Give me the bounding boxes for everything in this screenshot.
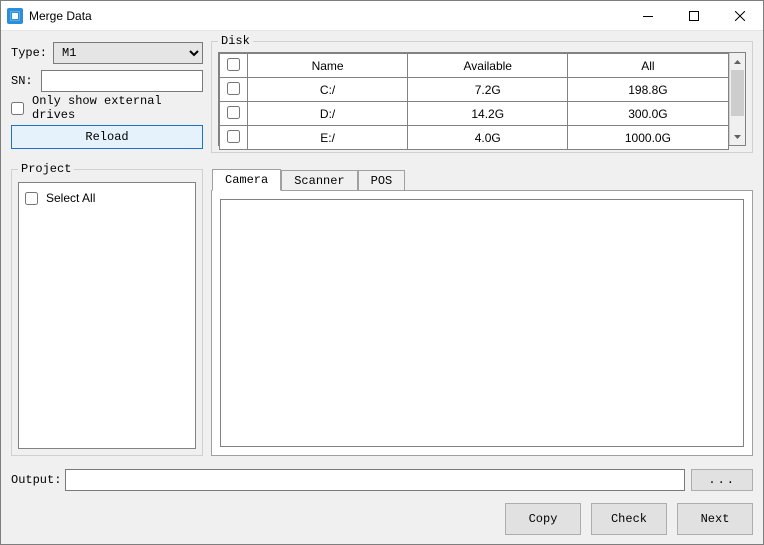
only-external-label: Only show external drives (32, 94, 203, 122)
scroll-down-icon[interactable] (730, 128, 746, 145)
tab-pane (211, 190, 753, 456)
disk-cell-all: 300.0G (568, 102, 728, 126)
tabs-panel: Camera Scanner POS (211, 169, 753, 456)
options-panel: Type: M1 SN: Only show external drives R… (11, 41, 203, 153)
project-group: Project Select All (11, 169, 203, 456)
disk-cell-all: 198.8G (568, 78, 728, 102)
disk-col-all[interactable]: All (568, 54, 728, 78)
app-icon (7, 8, 23, 24)
copy-button[interactable]: Copy (505, 503, 581, 535)
disk-group: Disk Name Available All C:/ 7. (211, 41, 753, 153)
output-row: Output: ... (11, 468, 753, 492)
minimize-button[interactable] (625, 1, 671, 31)
tab-scanner[interactable]: Scanner (281, 170, 357, 190)
output-browse-button[interactable]: ... (691, 469, 753, 491)
disk-select-all-checkbox[interactable] (227, 58, 240, 71)
action-buttons: Copy Check Next (11, 502, 753, 536)
only-external-checkbox[interactable] (11, 102, 24, 115)
type-select[interactable]: M1 (53, 42, 203, 64)
scroll-up-icon[interactable] (730, 53, 746, 70)
disk-table: Name Available All C:/ 7.2G 198.8G D:/ 1… (219, 53, 729, 150)
only-external-checkbox-row[interactable]: Only show external drives (11, 97, 203, 119)
disk-col-available[interactable]: Available (408, 54, 568, 78)
disk-scrollbar[interactable] (729, 53, 746, 145)
reload-button[interactable]: Reload (11, 125, 203, 149)
disk-cell-available: 4.0G (408, 126, 568, 150)
disk-cell-name: E:/ (248, 126, 408, 150)
disk-cell-available: 14.2G (408, 102, 568, 126)
disk-cell-all: 1000.0G (568, 126, 728, 150)
tab-pos[interactable]: POS (358, 170, 406, 190)
disk-row[interactable]: E:/ 4.0G 1000.0G (220, 126, 729, 150)
close-button[interactable] (717, 1, 763, 31)
disk-cell-name: D:/ (248, 102, 408, 126)
tab-camera[interactable]: Camera (212, 169, 281, 191)
disk-row-checkbox[interactable] (227, 130, 240, 143)
scroll-thumb[interactable] (731, 70, 745, 116)
project-legend: Project (18, 162, 74, 176)
disk-cell-available: 7.2G (408, 78, 568, 102)
client-area: Type: M1 SN: Only show external drives R… (1, 31, 763, 544)
maximize-button[interactable] (671, 1, 717, 31)
check-button[interactable]: Check (591, 503, 667, 535)
disk-col-name[interactable]: Name (248, 54, 408, 78)
project-list: Select All (18, 182, 196, 449)
next-button[interactable]: Next (677, 503, 753, 535)
disk-row-checkbox[interactable] (227, 106, 240, 119)
disk-row[interactable]: C:/ 7.2G 198.8G (220, 78, 729, 102)
disk-legend: Disk (218, 34, 253, 48)
disk-header-row: Name Available All (220, 54, 729, 78)
tab-content-box (220, 199, 744, 447)
title-bar: Merge Data (1, 1, 763, 31)
disk-row-checkbox[interactable] (227, 82, 240, 95)
tabbar: Camera Scanner POS (211, 169, 753, 190)
project-select-all-row[interactable]: Select All (25, 187, 189, 209)
disk-cell-name: C:/ (248, 78, 408, 102)
output-input[interactable] (65, 469, 685, 491)
window-title: Merge Data (29, 9, 92, 23)
sn-label: SN: (11, 74, 41, 88)
project-select-all-checkbox[interactable] (25, 192, 38, 205)
sn-input[interactable] (41, 70, 203, 92)
project-select-all-label: Select All (46, 191, 95, 205)
disk-row[interactable]: D:/ 14.2G 300.0G (220, 102, 729, 126)
type-label: Type: (11, 46, 53, 60)
output-label: Output: (11, 473, 59, 487)
